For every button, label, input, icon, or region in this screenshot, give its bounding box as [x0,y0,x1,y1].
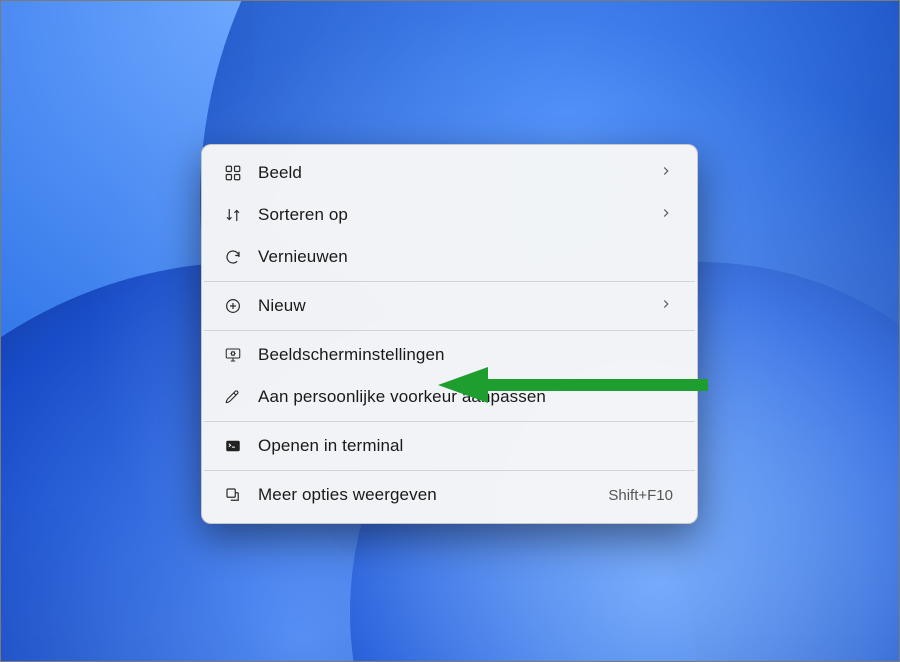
shortcut-hint: Shift+F10 [608,487,677,504]
chevron-right-icon [659,297,677,315]
menu-item-label: Openen in terminal [258,436,677,456]
sort-icon [222,204,244,226]
menu-item-more-options[interactable]: Meer opties weergeven Shift+F10 [208,475,691,515]
menu-item-label: Meer opties weergeven [258,485,608,505]
desktop-context-menu: Beeld Sorteren op Vernieuwen [201,144,698,524]
menu-item-open-terminal[interactable]: Openen in terminal [208,426,691,466]
separator [204,330,695,331]
terminal-icon [222,435,244,457]
menu-item-label: Beeld [258,163,659,183]
menu-item-display-settings[interactable]: Beeldscherminstellingen [208,335,691,375]
menu-item-label: Aan persoonlijke voorkeur aanpassen [258,387,677,407]
menu-item-label: Beeldscherminstellingen [258,345,677,365]
menu-item-personalize[interactable]: Aan persoonlijke voorkeur aanpassen [208,377,691,417]
separator [204,421,695,422]
menu-item-view[interactable]: Beeld [208,153,691,193]
separator [204,470,695,471]
menu-item-label: Vernieuwen [258,247,677,267]
new-icon [222,295,244,317]
personalize-icon [222,386,244,408]
menu-item-new[interactable]: Nieuw [208,286,691,326]
refresh-icon [222,246,244,268]
more-icon [222,484,244,506]
chevron-right-icon [659,164,677,182]
menu-item-sort[interactable]: Sorteren op [208,195,691,235]
menu-item-label: Nieuw [258,296,659,316]
menu-item-label: Sorteren op [258,205,659,225]
display-icon [222,344,244,366]
menu-item-refresh[interactable]: Vernieuwen [208,237,691,277]
grid-icon [222,162,244,184]
separator [204,281,695,282]
chevron-right-icon [659,206,677,224]
